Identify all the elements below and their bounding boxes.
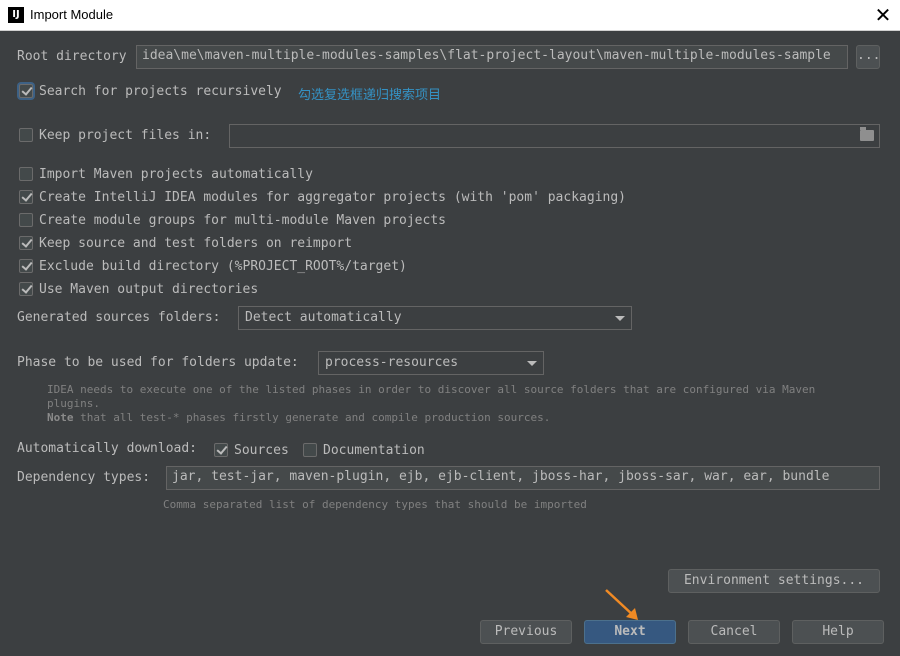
phase-hint-line1: IDEA needs to execute one of the listed … (47, 383, 816, 396)
keep-project-files-label: Keep project files in: (39, 127, 212, 143)
option-keep-source-folders[interactable]: Keep source and test folders on reimport (19, 234, 352, 252)
option-label: Keep source and test folders on reimport (39, 235, 353, 251)
download-sources-checkbox[interactable]: Sources (214, 441, 289, 459)
browse-root-button[interactable]: ... (856, 45, 880, 69)
annotation-recursive-note: 勾选复选框递归搜索项目 (298, 88, 442, 103)
previous-button[interactable]: Previous (480, 620, 572, 644)
chevron-down-icon (527, 361, 537, 366)
checkbox-icon[interactable] (19, 282, 33, 296)
root-directory-input[interactable]: idea\me\maven-multiple-modules-samples\f… (136, 45, 848, 69)
option-label: Import Maven projects automatically (39, 166, 313, 182)
folder-icon[interactable] (860, 127, 874, 141)
option-label: Create IntelliJ IDEA modules for aggrega… (39, 189, 626, 205)
checkbox-icon[interactable] (19, 213, 33, 227)
checkbox-icon[interactable] (19, 128, 33, 142)
root-directory-label: Root directory (17, 49, 127, 64)
checkbox-icon[interactable] (19, 259, 33, 273)
dependency-types-label: Dependency types: (17, 470, 151, 485)
generated-sources-label: Generated sources folders: (17, 310, 221, 325)
phase-hint-note: Note that all test-* phases firstly gene… (47, 411, 551, 424)
download-sources-label: Sources (234, 442, 289, 458)
generated-sources-dropdown[interactable]: Detect automatically (238, 306, 632, 330)
chevron-down-icon (615, 316, 625, 321)
checkbox-icon[interactable] (19, 167, 33, 181)
option-label: Use Maven output directories (39, 281, 259, 297)
download-docs-label: Documentation (323, 442, 425, 458)
dependency-types-input[interactable]: jar, test-jar, maven-plugin, ejb, ejb-cl… (166, 466, 880, 490)
search-recursively-label: Search for projects recursively (39, 83, 282, 99)
auto-download-label: Automatically download: (17, 441, 198, 456)
cancel-button[interactable]: Cancel (688, 620, 780, 644)
next-button[interactable]: Next (584, 620, 676, 644)
project-files-path-input[interactable] (229, 124, 880, 148)
option-label: Exclude build directory (%PROJECT_ROOT%/… (39, 258, 407, 274)
keep-project-files-checkbox[interactable]: Keep project files in: (19, 126, 211, 144)
option-maven-output-dirs[interactable]: Use Maven output directories (19, 280, 258, 298)
checkbox-icon[interactable] (19, 84, 33, 98)
window-title: Import Module (30, 7, 114, 22)
title-bar: IJ Import Module ✕ (0, 0, 900, 31)
search-recursively-checkbox[interactable]: Search for projects recursively (19, 82, 282, 100)
checkbox-icon[interactable] (214, 443, 228, 457)
intellij-app-icon: IJ (8, 7, 24, 23)
checkbox-icon[interactable] (303, 443, 317, 457)
dependency-types-hint: Comma separated list of dependency types… (163, 498, 587, 511)
option-label: Create module groups for multi-module Ma… (39, 212, 446, 228)
option-exclude-build-dir[interactable]: Exclude build directory (%PROJECT_ROOT%/… (19, 257, 407, 275)
environment-settings-button[interactable]: Environment settings... (668, 569, 880, 593)
option-module-groups[interactable]: Create module groups for multi-module Ma… (19, 211, 446, 229)
help-button[interactable]: Help (792, 620, 884, 644)
annotation-arrow-icon (605, 589, 638, 620)
phase-label: Phase to be used for folders update: (17, 355, 299, 370)
phase-hint-line2: plugins. (47, 397, 100, 410)
download-docs-checkbox[interactable]: Documentation (303, 441, 425, 459)
option-import-automatically[interactable]: Import Maven projects automatically (19, 165, 313, 183)
checkbox-icon[interactable] (19, 190, 33, 204)
phase-dropdown[interactable]: process-resources (318, 351, 544, 375)
checkbox-icon[interactable] (19, 236, 33, 250)
close-icon[interactable]: ✕ (866, 0, 900, 31)
option-aggregator-modules[interactable]: Create IntelliJ IDEA modules for aggrega… (19, 188, 626, 206)
